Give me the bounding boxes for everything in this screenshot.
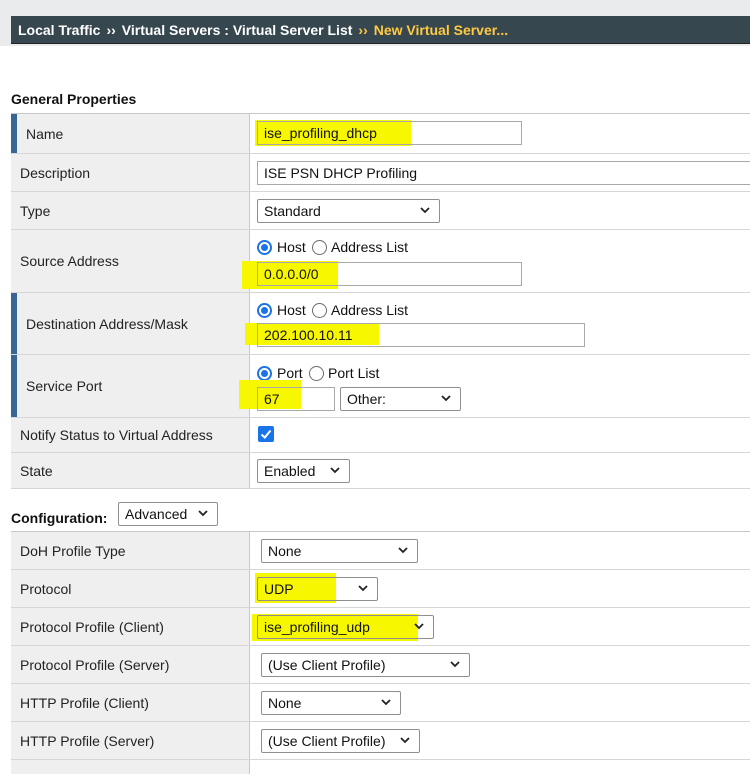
protocol-profile-client-value: ise_profiling_udp (264, 619, 370, 635)
service-port-list-radio[interactable] (309, 366, 324, 381)
doh-profile-label: DoH Profile Type (11, 532, 250, 569)
destination-address-list-label: Address List (331, 302, 409, 318)
type-select[interactable]: Standard (257, 199, 440, 223)
service-port-input[interactable]: 67 (257, 387, 335, 411)
source-host-radio[interactable] (257, 240, 272, 255)
chevron-down-icon (198, 510, 208, 517)
source-address-list-radio[interactable] (312, 240, 327, 255)
source-host-label: Host (277, 239, 306, 255)
doh-profile-value: None (268, 543, 302, 559)
http-profile-client-label: HTTP Profile (Client) (11, 684, 250, 721)
protocol-value: UDP (264, 581, 294, 597)
chevron-down-icon (450, 661, 460, 668)
breadcrumb-current: New Virtual Server... (373, 21, 509, 38)
service-port-select[interactable]: Other: (340, 387, 461, 411)
row-http-profile-client: HTTP Profile (Client) None (11, 684, 750, 722)
protocol-select[interactable]: UDP (257, 577, 378, 601)
protocol-label: Protocol (11, 570, 250, 607)
configuration-table: DoH Profile Type None Protocol UDP Proto… (11, 531, 750, 774)
source-address-label: Source Address (11, 230, 250, 292)
destination-address-label: Destination Address/Mask (11, 293, 250, 354)
http-profile-server-label: HTTP Profile (Server) (11, 722, 250, 759)
http-profile-client-value: None (268, 695, 302, 711)
state-label: State (11, 453, 250, 488)
configuration-mode-select[interactable]: Advanced (118, 502, 218, 526)
row-source-address: Source Address Host Address List 0.0.0.0… (11, 230, 750, 293)
configuration-title: Configuration: (11, 510, 108, 526)
http-profile-client-select[interactable]: None (261, 691, 401, 715)
breadcrumb-item-local-traffic[interactable]: Local Traffic (18, 22, 100, 38)
cut-off-value (251, 760, 750, 774)
destination-host-radio[interactable] (257, 303, 272, 318)
doh-profile-select[interactable]: None (261, 539, 418, 563)
source-address-list-label: Address List (331, 239, 409, 255)
top-bar: Local Traffic ›› Virtual Servers : Virtu… (0, 0, 750, 46)
row-cut-off (11, 760, 750, 774)
chevron-down-icon (400, 737, 410, 744)
service-port-list-label: Port List (328, 365, 380, 381)
state-select[interactable]: Enabled (257, 459, 350, 483)
name-label: Name (11, 114, 250, 153)
source-address-input[interactable]: 0.0.0.0/0 (257, 262, 522, 286)
chevron-down-icon (381, 699, 391, 706)
type-label: Type (11, 192, 250, 229)
name-input[interactable]: ise_profiling_dhcp (257, 121, 522, 145)
breadcrumb-separator: ›› (358, 21, 368, 38)
notify-status-label: Notify Status to Virtual Address (11, 418, 250, 452)
row-protocol-profile-server: Protocol Profile (Server) (Use Client Pr… (11, 646, 750, 684)
cut-off-label (11, 760, 250, 774)
row-description: Description ISE PSN DHCP Profiling (11, 154, 750, 192)
chevron-down-icon (441, 395, 451, 402)
breadcrumb-item-virtual-server-list[interactable]: Virtual Servers : Virtual Server List (122, 22, 353, 38)
chevron-down-icon (330, 467, 340, 474)
service-port-radio-label: Port (277, 365, 303, 381)
service-port-radio[interactable] (257, 366, 272, 381)
description-input[interactable]: ISE PSN DHCP Profiling (257, 161, 750, 185)
chevron-down-icon (420, 207, 430, 214)
row-protocol-profile-client: Protocol Profile (Client) ise_profiling_… (11, 608, 750, 646)
row-http-profile-server: HTTP Profile (Server) (Use Client Profil… (11, 722, 750, 760)
row-service-port: Service Port Port Port List 67 Other: (11, 355, 750, 418)
description-label: Description (11, 154, 250, 191)
row-destination-address: Destination Address/Mask Host Address Li… (11, 293, 750, 355)
row-protocol: Protocol UDP (11, 570, 750, 608)
type-select-value: Standard (264, 203, 321, 219)
chevron-down-icon (414, 623, 424, 630)
notify-status-checkbox[interactable] (258, 426, 274, 442)
protocol-profile-server-select[interactable]: (Use Client Profile) (261, 653, 470, 677)
http-profile-server-select[interactable]: (Use Client Profile) (261, 729, 420, 753)
chevron-down-icon (398, 547, 408, 554)
configuration-mode-value: Advanced (125, 506, 188, 522)
destination-address-input[interactable]: 202.100.10.11 (257, 323, 585, 347)
protocol-profile-server-value: (Use Client Profile) (268, 657, 386, 673)
row-doh-profile: DoH Profile Type None (11, 532, 750, 570)
general-properties-title: General Properties (11, 91, 137, 107)
state-select-value: Enabled (264, 463, 316, 479)
http-profile-server-value: (Use Client Profile) (268, 733, 386, 749)
protocol-profile-client-label: Protocol Profile (Client) (11, 608, 250, 645)
general-properties-table: Name ise_profiling_dhcp Description ISE … (11, 113, 750, 489)
destination-address-list-radio[interactable] (312, 303, 327, 318)
row-type: Type Standard (11, 192, 750, 230)
destination-host-label: Host (277, 302, 306, 318)
checkmark-icon (260, 429, 272, 439)
service-port-select-value: Other: (347, 391, 386, 407)
service-port-label: Service Port (11, 355, 250, 417)
protocol-profile-client-select[interactable]: ise_profiling_udp (257, 615, 434, 639)
protocol-profile-server-label: Protocol Profile (Server) (11, 646, 250, 683)
row-notify-status: Notify Status to Virtual Address (11, 418, 750, 453)
row-name: Name ise_profiling_dhcp (11, 114, 750, 154)
breadcrumb-separator: ›› (106, 21, 116, 38)
chevron-down-icon (358, 585, 368, 592)
breadcrumb: Local Traffic ›› Virtual Servers : Virtu… (11, 16, 750, 44)
row-state: State Enabled (11, 453, 750, 489)
